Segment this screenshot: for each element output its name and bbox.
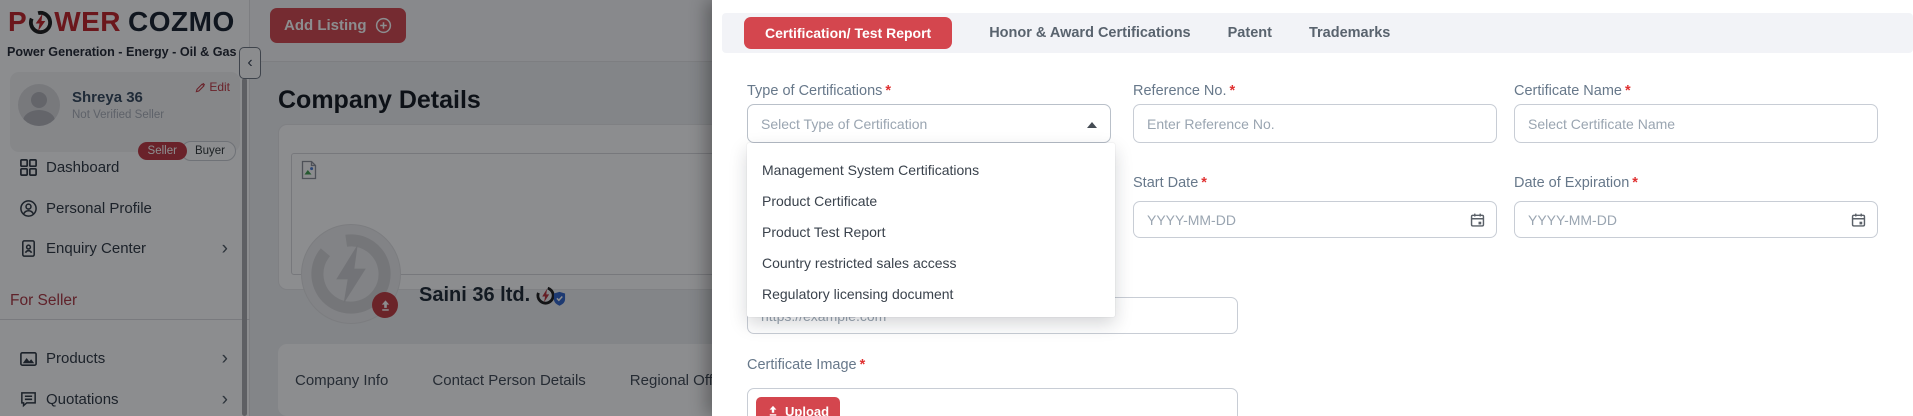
certificate-name-label: Certificate Name* <box>1514 83 1878 99</box>
tab-trademarks[interactable]: Trademarks <box>1309 25 1390 41</box>
type-of-certifications-select[interactable]: Select Type of Certification <box>747 104 1111 143</box>
calendar-icon[interactable] <box>1850 211 1867 228</box>
date-of-expiration-label: Date of Expiration* <box>1514 175 1878 191</box>
modal-tab-bar: Certification/ Test Report Honor & Award… <box>722 13 1913 53</box>
dropdown-option[interactable]: Product Certificate <box>747 185 1115 216</box>
dropdown-option[interactable]: Management System Certifications <box>747 154 1115 185</box>
type-of-certifications-label: Type of Certifications* <box>747 83 1111 99</box>
certification-modal: Certification/ Test Report Honor & Award… <box>712 0 1913 416</box>
certification-type-dropdown: Management System Certifications Product… <box>747 143 1115 317</box>
tab-certification-test-report[interactable]: Certification/ Test Report <box>744 17 952 49</box>
date-of-expiration-input[interactable] <box>1514 201 1878 238</box>
dropdown-option[interactable]: Regulatory licensing document <box>747 278 1115 309</box>
upload-icon <box>767 405 779 416</box>
dropdown-option[interactable]: Country restricted sales access <box>747 247 1115 278</box>
caret-up-icon <box>1087 122 1097 128</box>
start-date-label: Start Date* <box>1133 175 1497 191</box>
start-date-field <box>1133 201 1497 238</box>
reference-no-label: Reference No.* <box>1133 83 1497 99</box>
certificate-image-label: Certificate Image* <box>747 357 865 373</box>
certificate-image-dropzone[interactable]: Upload <box>747 388 1238 416</box>
tab-patent[interactable]: Patent <box>1228 25 1272 41</box>
date-of-expiration-field <box>1514 201 1878 238</box>
start-date-input[interactable] <box>1133 201 1497 238</box>
tab-honor-award-certifications[interactable]: Honor & Award Certifications <box>989 25 1190 41</box>
calendar-icon[interactable] <box>1469 211 1486 228</box>
dropdown-option[interactable]: Product Test Report <box>747 216 1115 247</box>
certificate-name-input[interactable] <box>1514 104 1878 143</box>
app-screen: P WER COZMO Power Generation - Energy - … <box>0 0 1913 416</box>
upload-button[interactable]: Upload <box>756 397 840 416</box>
reference-no-input[interactable] <box>1133 104 1497 143</box>
